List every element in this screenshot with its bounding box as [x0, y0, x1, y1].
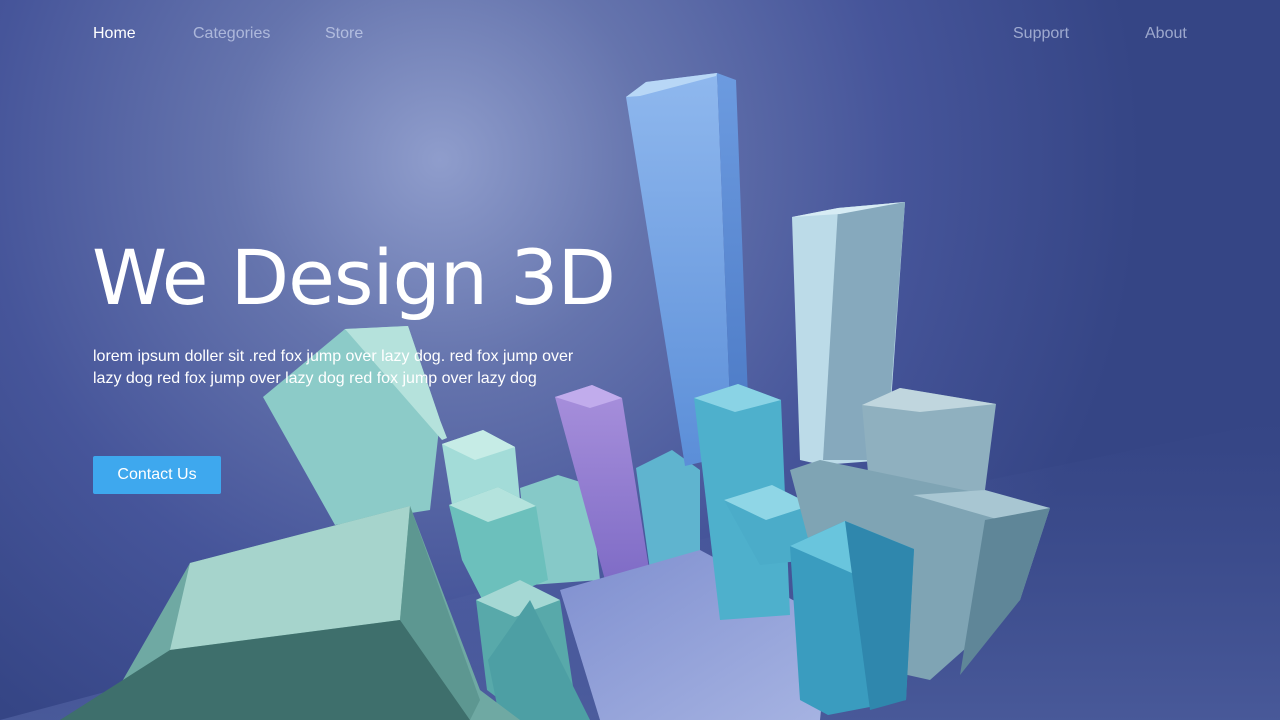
hero-title: We Design 3D [92, 233, 616, 322]
nav-home[interactable]: Home [93, 22, 136, 46]
nav-support[interactable]: Support [1013, 22, 1069, 46]
nav-categories[interactable]: Categories [193, 22, 270, 46]
main-nav: Home Categories Store Support About [0, 22, 1280, 46]
contact-us-button[interactable]: Contact Us [93, 456, 221, 494]
nav-store[interactable]: Store [325, 22, 363, 46]
hero-description: lorem ipsum doller sit .red fox jump ove… [93, 348, 574, 387]
nav-about[interactable]: About [1145, 22, 1187, 46]
